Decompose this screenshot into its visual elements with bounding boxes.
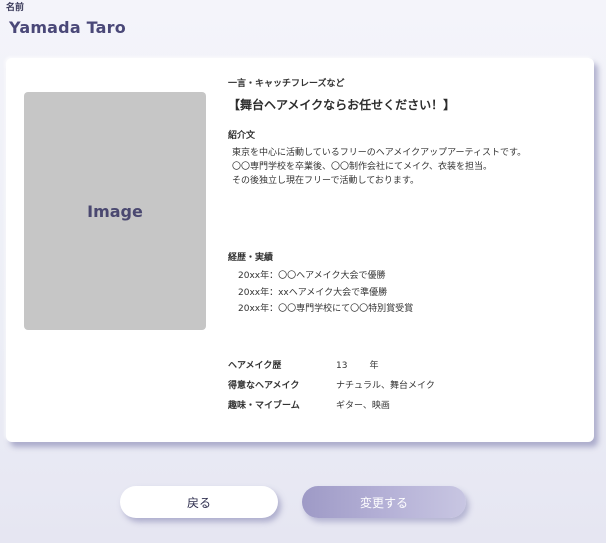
profile-details: ヘアメイク歴 13 年 得意なヘアメイク ナチュラル、舞台メイク 趣味・マイブーム… bbox=[228, 358, 568, 418]
experience-label: ヘアメイク歴 bbox=[228, 361, 282, 371]
intro-line: その後独立し現在フリーで活動しております。 bbox=[232, 176, 420, 186]
intro-text: 東京を中心に活動しているフリーのヘアメイクアップアーティストです。 〇〇専門学校… bbox=[232, 146, 526, 188]
profile-name: Yamada Taro bbox=[9, 18, 126, 37]
detail-row-hobby: 趣味・マイブーム ギター、映画 bbox=[228, 398, 568, 418]
intro-label: 紹介文 bbox=[228, 131, 256, 141]
intro-line: 東京を中心に活動しているフリーのヘアメイクアップアーティストです。 bbox=[232, 148, 527, 158]
experience-years: 13 bbox=[336, 361, 348, 371]
experience-unit: 年 bbox=[369, 361, 379, 371]
career-item: 20xx年：〇〇ヘアメイク大会で優勝 bbox=[238, 271, 386, 281]
specialty-label: 得意なヘアメイク bbox=[228, 381, 300, 391]
catchphrase-label: 一言・キャッチフレーズなど bbox=[228, 79, 345, 89]
hobby-value: ギター、映画 bbox=[336, 401, 390, 411]
hobby-label: 趣味・マイブーム bbox=[228, 401, 300, 411]
change-button[interactable]: 変更する bbox=[302, 486, 466, 518]
career-label: 経歴・実績 bbox=[228, 253, 274, 263]
image-label: Image bbox=[87, 201, 143, 221]
career-item: 20xx年：xxヘアメイク大会で準優勝 bbox=[238, 287, 388, 298]
experience-value: 13 年 bbox=[336, 358, 378, 371]
profile-card: Image 一言・キャッチフレーズなど 【舞台ヘアメイクならお任せください！】 … bbox=[6, 58, 594, 442]
back-button[interactable]: 戻る bbox=[120, 486, 278, 518]
career-list: 20xx年：〇〇ヘアメイク大会で優勝 20xx年：xxヘアメイク大会で準優勝 2… bbox=[238, 268, 413, 318]
profile-image-placeholder: Image bbox=[24, 92, 206, 330]
detail-row-specialty: 得意なヘアメイク ナチュラル、舞台メイク bbox=[228, 378, 568, 398]
name-label: 名前 bbox=[6, 3, 25, 13]
catchphrase-text: 【舞台ヘアメイクならお任せください！】 bbox=[228, 98, 456, 112]
detail-row-experience: ヘアメイク歴 13 年 bbox=[228, 358, 568, 378]
intro-line: 〇〇専門学校を卒業後、〇〇制作会社にてメイク、衣装を担当。 bbox=[232, 162, 493, 172]
specialty-value: ナチュラル、舞台メイク bbox=[336, 381, 435, 391]
career-item: 20xx年：〇〇専門学校にて〇〇特別賞受賞 bbox=[238, 304, 414, 314]
